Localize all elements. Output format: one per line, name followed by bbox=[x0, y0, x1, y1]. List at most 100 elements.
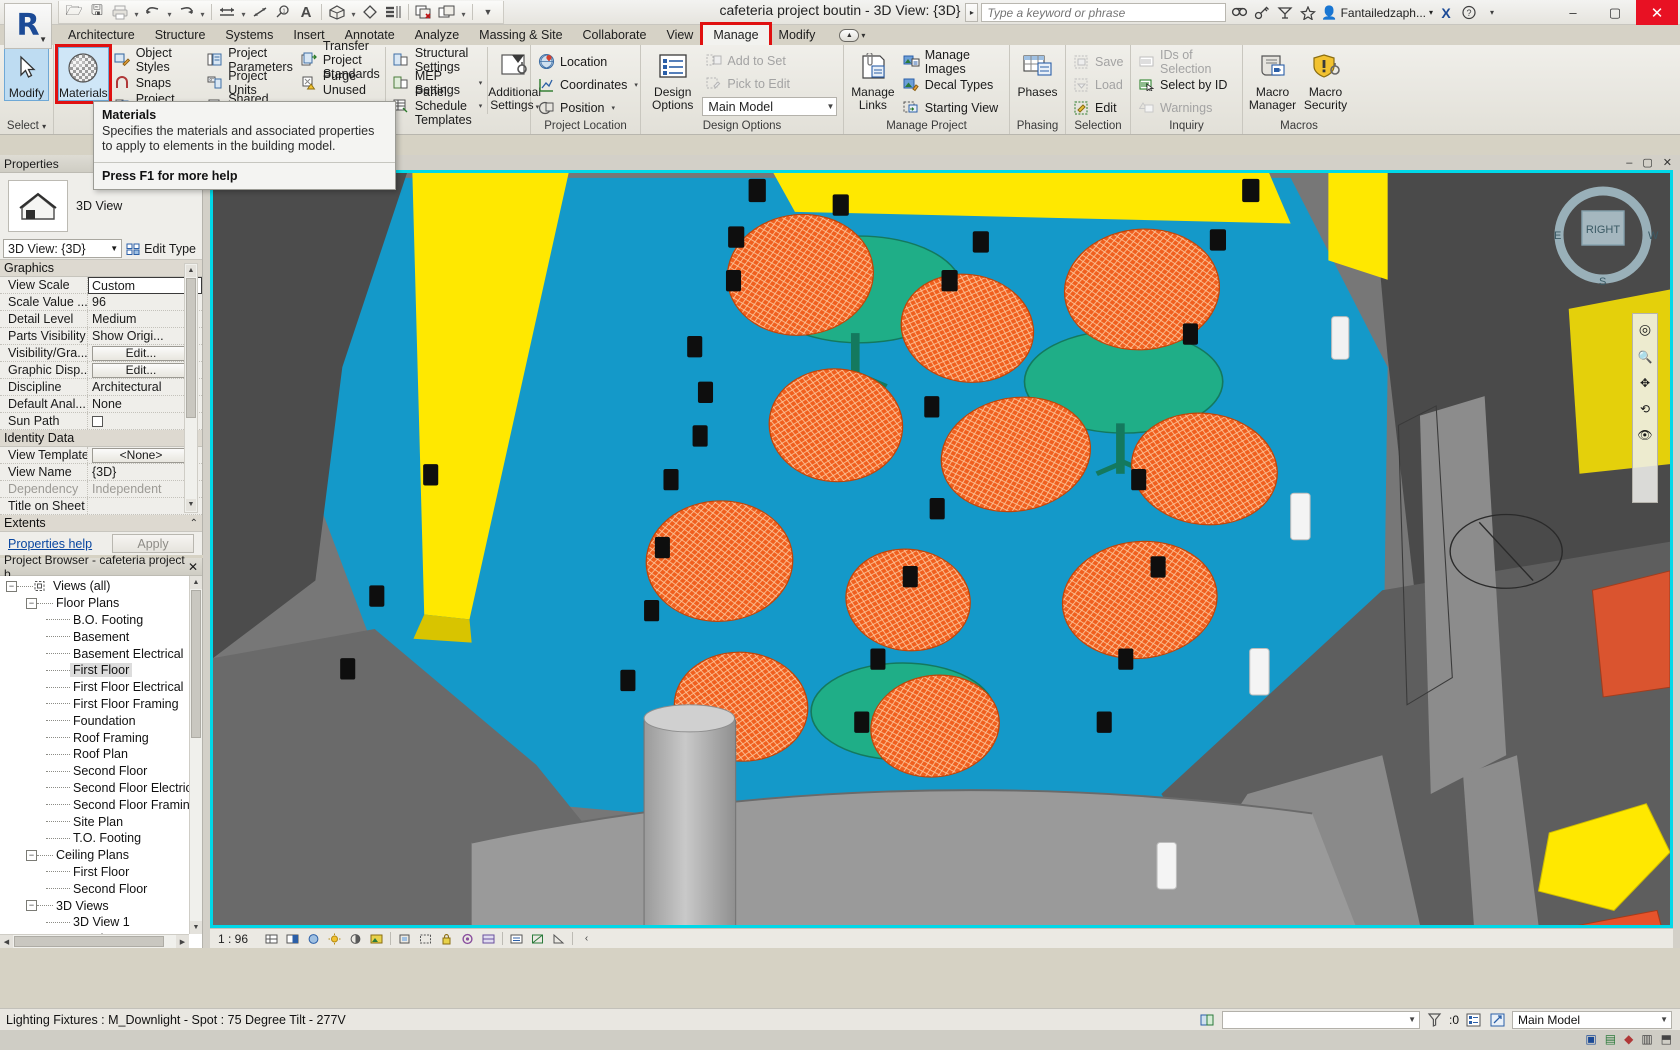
tree-node[interactable]: T.O. Footing bbox=[0, 830, 189, 847]
select-by-id-button[interactable]: Select by ID bbox=[1135, 73, 1238, 96]
save-icon[interactable]: 🖫 bbox=[86, 2, 108, 23]
view-control-overflow[interactable]: ‹ bbox=[579, 931, 594, 946]
undo-dropdown-icon[interactable]: ▾ bbox=[165, 2, 174, 23]
scale-control[interactable] bbox=[264, 931, 279, 946]
default-3d-view-dropdown-icon[interactable]: ▾ bbox=[349, 2, 358, 23]
purge-unused-button[interactable]: Purge Unused bbox=[298, 71, 383, 94]
tree-node[interactable]: Second Floor Electrical bbox=[0, 780, 189, 797]
modify-button[interactable]: Modify bbox=[4, 47, 49, 101]
load-selection-button[interactable]: Load bbox=[1070, 73, 1127, 96]
property-row-visibility-graphics[interactable]: Visibility/Gra... Edit... bbox=[0, 345, 202, 362]
project-browser-vertical-scrollbar[interactable]: ▲ ▼ bbox=[189, 576, 202, 934]
navigation-bar[interactable]: ◎ 🔍 ✥ ⟲ 👁 bbox=[1632, 313, 1658, 503]
edit-selection-button[interactable]: Edit bbox=[1070, 96, 1127, 119]
text-icon[interactable]: A bbox=[295, 2, 317, 23]
look-icon[interactable]: 👁 bbox=[1633, 422, 1657, 448]
property-row-view-scale[interactable]: View Scale Custom bbox=[0, 277, 202, 294]
reveal-hidden-elements-control[interactable] bbox=[481, 931, 496, 946]
scroll-up-arrow-icon[interactable]: ▲ bbox=[186, 265, 196, 277]
design-option-status-combo[interactable]: ▼ bbox=[1222, 1011, 1420, 1029]
property-row-sun-path[interactable]: Sun Path bbox=[0, 413, 202, 430]
visibility-graphics-edit-button[interactable]: Edit... bbox=[92, 346, 190, 361]
minimize-button[interactable]: – bbox=[1552, 0, 1594, 25]
scroll-down-arrow-icon[interactable]: ▼ bbox=[186, 499, 196, 511]
help-icon[interactable]: ? bbox=[1459, 3, 1479, 23]
property-group-identity-data[interactable]: Identity Data ⌃ bbox=[0, 430, 202, 447]
help-dropdown-icon[interactable]: ▾ bbox=[1482, 3, 1502, 23]
view-close-button[interactable]: ✕ bbox=[1663, 156, 1672, 169]
tag-icon[interactable]: 1 bbox=[272, 2, 294, 23]
close-icon[interactable]: ✕ bbox=[188, 560, 198, 574]
ribbon-minimize-control[interactable]: ▲ ▾ bbox=[839, 29, 865, 42]
phases-button[interactable]: Phases bbox=[1014, 47, 1061, 99]
undo-icon[interactable] bbox=[142, 2, 164, 23]
add-to-set-button[interactable]: Add to Set bbox=[702, 49, 839, 72]
properties-scroll-thumb[interactable] bbox=[186, 278, 196, 418]
autodesk-exchange-icon[interactable]: X bbox=[1436, 3, 1456, 23]
3d-view-canvas[interactable]: RIGHT E W S ◎ 🔍 ✥ ⟲ 👁 bbox=[210, 170, 1673, 928]
print-icon[interactable] bbox=[109, 2, 131, 23]
starting-view-button[interactable]: Starting View bbox=[900, 96, 1005, 119]
filter-icon[interactable] bbox=[1425, 1011, 1444, 1029]
coordinates-button[interactable]: Coordinates ▾ bbox=[535, 73, 639, 96]
save-selection-button[interactable]: Save bbox=[1070, 50, 1127, 73]
chevron-down-icon[interactable]: ▾ bbox=[479, 79, 483, 87]
apply-button[interactable]: Apply bbox=[112, 534, 194, 553]
section-icon[interactable] bbox=[359, 2, 381, 23]
measure-icon[interactable] bbox=[216, 2, 238, 23]
scroll-left-arrow-icon[interactable]: ◀ bbox=[0, 935, 13, 948]
search-input[interactable] bbox=[982, 4, 1225, 21]
tab-view[interactable]: View bbox=[656, 25, 703, 45]
window-controls[interactable]: – ▢ ✕ bbox=[1552, 0, 1678, 25]
constraints-control[interactable] bbox=[551, 931, 566, 946]
materials-button[interactable]: Materials bbox=[58, 47, 109, 101]
tree-expander-icon[interactable]: − bbox=[26, 598, 37, 609]
show-crop-region-control[interactable] bbox=[418, 931, 433, 946]
tree-node[interactable]: First Floor Framing bbox=[0, 696, 189, 713]
steering-wheel-icon[interactable]: ◎ bbox=[1633, 314, 1657, 344]
chevron-down-icon[interactable]: ▾ bbox=[611, 104, 615, 112]
quick-access-toolbar[interactable]: 🗁 🖫 ▾ ▾ ▾ ▾ 1 A ▾ bbox=[58, 1, 504, 24]
macro-manager-button[interactable]: Macro Manager bbox=[1247, 47, 1298, 112]
infocenter-expand-icon[interactable]: ▸ bbox=[965, 3, 978, 22]
property-row-default-analysis[interactable]: Default Anal... None bbox=[0, 396, 202, 413]
view-scale-label[interactable]: 1 : 96 bbox=[218, 932, 248, 946]
graphic-display-edit-button[interactable]: Edit... bbox=[92, 363, 190, 378]
tab-massing-and-site[interactable]: Massing & Site bbox=[469, 25, 572, 45]
decal-types-button[interactable]: Decal Types bbox=[900, 73, 1005, 96]
close-button[interactable]: ✕ bbox=[1636, 0, 1678, 25]
collapse-icon[interactable]: ⌃ bbox=[190, 518, 198, 529]
tree-node[interactable]: Second Floor bbox=[0, 763, 189, 780]
thin-lines-icon[interactable] bbox=[382, 2, 404, 23]
print-dropdown-icon[interactable]: ▾ bbox=[132, 2, 141, 23]
customize-qat-icon[interactable]: ▼ bbox=[477, 2, 499, 23]
pan-icon[interactable]: ✥ bbox=[1633, 370, 1657, 396]
tree-node[interactable]: −3D Views bbox=[0, 897, 189, 914]
macro-security-button[interactable]: Macro Security bbox=[1300, 47, 1351, 112]
view-minimize-button[interactable]: – bbox=[1626, 157, 1632, 169]
project-browser-scroll-thumb[interactable] bbox=[191, 590, 201, 738]
tree-expander-icon[interactable]: − bbox=[26, 900, 37, 911]
model-review-icon[interactable] bbox=[1464, 1011, 1483, 1029]
taskbar-app-icon[interactable]: ▥ bbox=[1641, 1032, 1652, 1046]
project-browser-hscroll-thumb[interactable] bbox=[14, 936, 164, 947]
redo-dropdown-icon[interactable]: ▾ bbox=[198, 2, 207, 23]
open-icon[interactable]: 🗁 bbox=[63, 2, 85, 23]
taskbar-app-icon[interactable]: ▤ bbox=[1605, 1032, 1616, 1046]
tree-node[interactable]: Roof Plan bbox=[0, 746, 189, 763]
tree-node[interactable]: 3D View 1 bbox=[0, 914, 189, 931]
manage-images-button[interactable]: Manage Images bbox=[900, 50, 1005, 73]
rendering-dialog-control[interactable] bbox=[369, 931, 384, 946]
measure-dropdown-icon[interactable]: ▾ bbox=[239, 2, 248, 23]
exclude-options-icon[interactable] bbox=[1488, 1011, 1507, 1029]
scroll-down-arrow-icon[interactable]: ▼ bbox=[190, 921, 202, 934]
property-row-view-template[interactable]: View Template <None> bbox=[0, 447, 202, 464]
sun-path-control[interactable] bbox=[327, 931, 342, 946]
panel-schedule-templates-button[interactable]: Panel Schedule Templates ▾ bbox=[390, 94, 485, 117]
default-3d-view-icon[interactable] bbox=[326, 2, 348, 23]
taskbar-app-icon[interactable]: ◆ bbox=[1624, 1032, 1633, 1046]
design-option-combo[interactable]: Main Model ▼ bbox=[702, 97, 837, 116]
search-input-wrapper[interactable] bbox=[981, 3, 1226, 22]
tree-node[interactable]: −Ceiling Plans bbox=[0, 847, 189, 864]
tree-node[interactable]: B.O. Footing bbox=[0, 612, 189, 629]
